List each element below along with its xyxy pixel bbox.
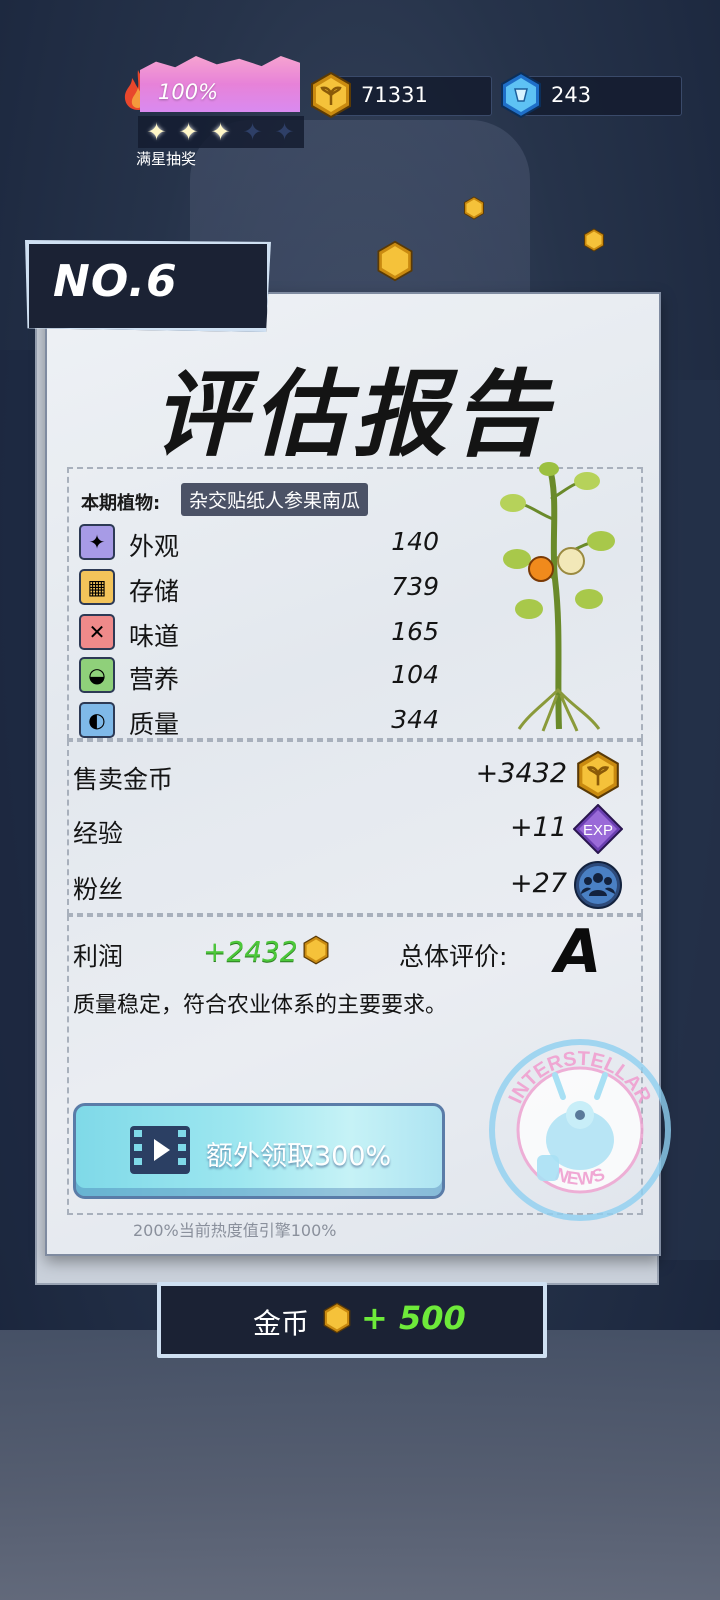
summary-section: 利润 +2432 总体评价: A 质量稳定，符合农业体系的主要要求。 额外领取3… — [67, 915, 671, 1240]
plant-stats-section: 本期植物: 杂交贴纸人参果南瓜 ✦ 外观 140 ▦ 存储 739 ✕ 味道 1… — [67, 462, 643, 741]
floating-coin-icon — [377, 240, 413, 282]
stat-label: 存储 — [129, 577, 180, 606]
reward-label: 经验 — [73, 819, 124, 848]
coin-reward-value: + 500 — [361, 1299, 466, 1337]
heat-value-note: 200%当前热度值引擎100% — [133, 1221, 337, 1240]
coin-icon — [303, 935, 329, 965]
star-rating: ✦ ✦ ✦ ✦ ✦ — [138, 116, 304, 148]
energy-percent: 100% — [158, 80, 219, 104]
gem-amount: 243 — [551, 83, 592, 107]
evaluation-report: 评估报告 本期植物: 杂交贴纸人参果南瓜 ✦ 外观 140 ▦ 存储 739 ✕… — [45, 292, 671, 1256]
rewards-section: 售卖金币 +3432 经验 +11 EXP 粉丝 +27 — [67, 740, 643, 915]
stat-row-quality: ◐ 质量 344 — [79, 701, 449, 741]
report-title: 评估报告 — [152, 361, 553, 470]
reward-row-coins: 售卖金币 +3432 — [69, 750, 629, 800]
reward-value: +3432 — [475, 758, 567, 789]
coin-amount: 71331 — [361, 83, 428, 107]
floating-coin-icon — [464, 196, 484, 220]
stat-value: 739 — [391, 572, 439, 601]
report-number: NO.6 — [53, 256, 178, 307]
coin-icon — [577, 750, 619, 800]
plant-name: 杂交贴纸人参果南瓜 — [181, 483, 369, 516]
plant-label: 本期植物: — [81, 493, 161, 514]
stat-value: 104 — [391, 660, 439, 689]
reward-row-exp: 经验 +11 EXP — [69, 804, 629, 854]
reward-label: 粉丝 — [73, 875, 124, 904]
gem-icon — [501, 71, 541, 119]
evaluation-comment: 质量稳定，符合农业体系的主要要求。 — [73, 993, 448, 1018]
coin-icon — [311, 71, 351, 119]
coin-icon — [323, 1302, 351, 1334]
stat-row-nutrition: ◒ 营养 104 — [79, 656, 449, 696]
claim-extra-300-button[interactable]: 额外领取300% — [73, 1103, 445, 1199]
stat-row-storage: ▦ 存储 739 — [79, 568, 449, 608]
interstellar-news-stamp: INTERSTELLAR NEWS — [489, 1039, 671, 1221]
coin-reward-label: 金币 — [253, 1307, 310, 1340]
star-lottery-label: 满星抽奖 — [136, 150, 197, 168]
stat-value: 344 — [391, 705, 439, 734]
overall-rating-label: 总体评价: — [399, 942, 508, 971]
gem-counter[interactable]: 243 — [501, 71, 682, 119]
star-filled-icon: ✦ — [146, 118, 167, 146]
stat-row-appearance: ✦ 外观 140 — [79, 523, 449, 563]
stat-value: 140 — [391, 527, 439, 556]
sparkle-icon: ✦ — [79, 524, 115, 560]
floating-coin-icon — [584, 228, 604, 252]
stat-value: 165 — [391, 617, 439, 646]
overall-grade: A — [555, 917, 602, 987]
star-lottery-meter[interactable]: 100% ✦ ✦ ✦ ✦ ✦ 满星抽奖 — [120, 50, 305, 170]
stat-row-taste: ✕ 味道 165 — [79, 613, 449, 653]
reward-label: 售卖金币 — [73, 765, 174, 794]
profit-label: 利润 — [73, 942, 124, 971]
reward-value: +27 — [510, 868, 567, 899]
star-filled-icon: ✦ — [178, 118, 199, 146]
stat-label: 外观 — [129, 532, 180, 561]
nutrition-bowl-icon: ◒ — [79, 657, 115, 693]
star-empty-icon: ✦ — [242, 118, 263, 146]
storage-box-icon: ▦ — [79, 569, 115, 605]
stat-label: 营养 — [129, 665, 180, 694]
fans-icon — [574, 861, 622, 909]
muscle-arm-icon: ◐ — [79, 702, 115, 738]
report-number-tag: NO.6 — [25, 240, 271, 332]
reward-row-fans: 粉丝 +27 — [69, 860, 629, 910]
video-icon — [130, 1126, 190, 1174]
background-floor — [0, 1330, 720, 1600]
reward-value: +11 — [510, 812, 567, 843]
stat-label: 味道 — [129, 622, 180, 651]
profit-value: +2432 — [203, 935, 298, 968]
exp-text: EXP — [583, 822, 613, 839]
stat-label: 质量 — [129, 710, 180, 739]
coin-reward-bar[interactable]: 金币 + 500 — [157, 1282, 547, 1358]
claim-extra-label: 额外领取300% — [206, 1141, 392, 1172]
fork-knife-icon: ✕ — [79, 614, 115, 650]
star-empty-icon: ✦ — [274, 118, 295, 146]
star-filled-icon: ✦ — [210, 118, 231, 146]
exp-badge-icon: EXP — [573, 804, 623, 854]
plant-image — [500, 462, 615, 732]
coin-counter[interactable]: 71331 — [311, 71, 492, 119]
